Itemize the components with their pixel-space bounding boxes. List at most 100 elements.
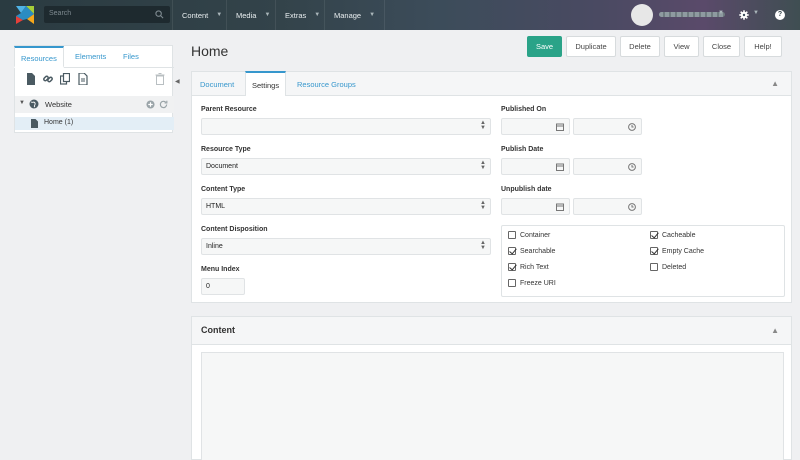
document-icon	[31, 119, 38, 128]
published-on-date[interactable]	[501, 118, 570, 135]
help-button[interactable]: Help!	[744, 36, 782, 57]
menu-index-input[interactable]: 0	[201, 278, 245, 295]
chevron-up-icon[interactable]: ▲	[771, 79, 779, 88]
menu-media-label: Media	[236, 10, 257, 20]
modx-logo[interactable]	[14, 4, 36, 26]
tab-resource-groups[interactable]: Resource Groups	[297, 72, 356, 96]
search-input[interactable]: Search	[49, 10, 71, 17]
rich-text-checkbox[interactable]: Rich Text	[508, 263, 549, 271]
publish-date-date[interactable]	[501, 158, 570, 175]
checkbox-label: Freeze URI	[520, 279, 556, 287]
checkbox-box[interactable]	[650, 231, 658, 239]
tab-files[interactable]: Files	[123, 46, 139, 68]
tab-elements[interactable]: Elements	[75, 46, 106, 68]
content-panel: Content ▲	[191, 316, 792, 460]
tab-document[interactable]: Document	[200, 72, 234, 96]
select-arrows-icon: ▲ ▼	[480, 160, 486, 171]
tree-node-website[interactable]: ▼ Website	[15, 96, 174, 113]
delete-button[interactable]: Delete	[620, 36, 660, 57]
cacheable-checkbox[interactable]: Cacheable	[650, 231, 695, 239]
menu-content[interactable]: Content ▼	[172, 0, 231, 30]
content-type-value: HTML	[206, 203, 226, 210]
content-header: Content ▲	[192, 317, 791, 345]
deleted-checkbox[interactable]: Deleted	[650, 263, 686, 271]
trash-icon[interactable]	[155, 73, 165, 85]
page-title: Home	[191, 43, 229, 59]
avatar[interactable]	[631, 4, 653, 26]
unpublish-date-label: Unpublish date	[501, 186, 552, 193]
resource-panel: Document Settings Resource Groups ▲ Pare…	[191, 71, 792, 303]
caret-down-icon[interactable]: ▼	[19, 100, 25, 106]
searchable-checkbox[interactable]: Searchable	[508, 247, 555, 255]
clock-icon[interactable]	[628, 163, 636, 171]
content-disposition-select[interactable]: Inline ▲ ▼	[201, 238, 491, 255]
calendar-icon[interactable]	[556, 123, 564, 131]
chevron-down-icon[interactable]: ▼	[718, 10, 724, 16]
menu-content-label: Content	[182, 10, 209, 20]
new-document-icon[interactable]	[26, 73, 36, 85]
resource-type-select[interactable]: Document ▲ ▼	[201, 158, 491, 175]
tab-resources[interactable]: Resources	[14, 46, 64, 68]
weblink-icon[interactable]	[43, 73, 53, 85]
chevron-down-icon[interactable]: ▼	[753, 10, 759, 16]
help-icon[interactable]: ?	[775, 10, 785, 20]
resource-options-group: Container Cacheable Searchable Empty Cac…	[501, 225, 785, 297]
checkbox-box[interactable]	[650, 263, 658, 271]
menu-manage[interactable]: Manage ▼	[324, 0, 386, 30]
content-type-label: Content Type	[201, 186, 246, 193]
static-resource-icon[interactable]	[78, 73, 88, 85]
select-arrows-icon: ▲ ▼	[480, 120, 486, 131]
tree-node-home[interactable]: Home (1)	[15, 117, 174, 130]
search-icon[interactable]	[155, 10, 164, 19]
calendar-icon[interactable]	[556, 203, 564, 211]
clock-icon[interactable]	[628, 123, 636, 131]
username-blurred[interactable]	[659, 12, 725, 17]
refresh-icon[interactable]	[159, 100, 168, 109]
menu-extras[interactable]: Extras ▼	[275, 0, 329, 30]
calendar-icon[interactable]	[556, 163, 564, 171]
content-disposition-label: Content Disposition	[201, 226, 268, 233]
publish-date-time[interactable]	[573, 158, 642, 175]
content-type-select[interactable]: HTML ▲ ▼	[201, 198, 491, 215]
resource-tree-panel: Resources Elements Files ▼ Website Home …	[14, 45, 174, 133]
checkbox-box[interactable]	[508, 247, 516, 255]
checkbox-box[interactable]	[508, 263, 516, 271]
unpublish-date-date[interactable]	[501, 198, 570, 215]
parent-resource-select[interactable]: ▲ ▼	[201, 118, 491, 135]
checkbox-label: Rich Text	[520, 263, 549, 271]
search-box[interactable]: Search	[44, 6, 170, 23]
content-editor[interactable]	[201, 352, 784, 460]
tab-settings[interactable]: Settings	[245, 71, 287, 96]
empty-cache-checkbox[interactable]: Empty Cache	[650, 247, 704, 255]
chevron-down-icon: ▼	[314, 12, 321, 18]
clock-icon[interactable]	[628, 203, 636, 211]
symlink-icon[interactable]	[60, 73, 70, 85]
checkbox-box[interactable]	[508, 279, 516, 287]
save-button[interactable]: Save	[527, 36, 562, 57]
resource-tabs: Document Settings Resource Groups ▲	[192, 71, 791, 96]
duplicate-button[interactable]: Duplicate	[566, 36, 616, 57]
gear-icon[interactable]	[739, 10, 749, 20]
checkbox-label: Deleted	[662, 263, 687, 271]
chevron-down-icon: ▼	[264, 12, 271, 18]
chevron-up-icon[interactable]: ▲	[771, 326, 779, 335]
collapse-sidebar-icon[interactable]: ◀	[175, 78, 180, 85]
checkbox-label: Empty Cache	[662, 247, 705, 255]
close-button[interactable]: Close	[703, 36, 740, 57]
sidebar-tabs: Resources Elements Files	[14, 46, 174, 68]
checkbox-box[interactable]	[650, 247, 658, 255]
add-icon[interactable]	[146, 100, 155, 109]
freeze-uri-checkbox[interactable]: Freeze URI	[508, 279, 556, 287]
view-button[interactable]: View	[664, 36, 699, 57]
checkbox-box[interactable]	[508, 231, 516, 239]
globe-icon	[29, 99, 39, 109]
container-checkbox[interactable]: Container	[508, 231, 550, 239]
checkbox-label: Container	[520, 231, 551, 239]
chevron-down-icon: ▼	[216, 12, 223, 18]
unpublish-date-time[interactable]	[573, 198, 642, 215]
menu-media[interactable]: Media ▼	[226, 0, 279, 30]
tree-node-label: Website	[45, 100, 72, 109]
published-on-time[interactable]	[573, 118, 642, 135]
menu-index-label: Menu Index	[201, 266, 240, 273]
published-on-label: Published On	[501, 106, 547, 113]
